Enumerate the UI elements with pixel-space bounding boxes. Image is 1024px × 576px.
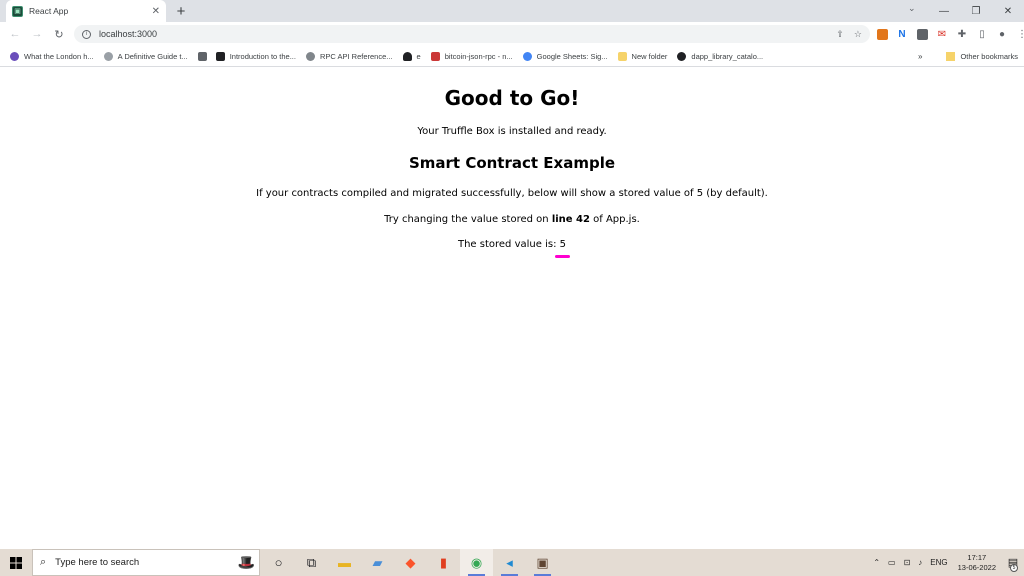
system-tray: ⌃ ▭ ⊡ ♪ ENG 17:17 13-06-2022 ▤ 5 [869,549,1024,576]
truffle-app-icon[interactable]: ▣ [526,549,559,576]
restore-icon[interactable]: ❐ [960,0,992,22]
window-controls: — ❐ ✕ [928,0,1024,22]
forward-arrow-icon[interactable]: → [26,23,48,45]
bookmark-item[interactable]: RPC API Reference... [305,51,393,61]
clock-time: 17:17 [967,552,987,562]
react-app-favicon-icon: ▣ [12,5,23,17]
highlight-mark [554,255,570,258]
bookmark-item[interactable]: dapp_library_catalo... [677,51,763,61]
chrome-taskbar-icon[interactable]: ◉ [460,549,493,576]
github-icon [677,51,687,61]
windows-taskbar: ⌕ Type here to search 🎩 ○ ⧉ ▬ ▰ ◆ ▮ ◉ ◂ … [0,549,1024,576]
cortana-icon[interactable]: ○ [262,549,295,576]
bookmark-favicon-icon [305,51,315,61]
search-highlight-icon: 🎩 [237,554,255,570]
taskbar-search-box[interactable]: ⌕ Type here to search 🎩 [32,549,260,576]
volume-icon[interactable]: ♪ [918,558,922,567]
bookmark-item[interactable] [197,51,212,61]
bookmarks-bar: What the London h... A Definitive Guide … [0,46,1024,67]
bookmark-item[interactable]: A Definitive Guide t... [103,51,188,61]
file-explorer-icon[interactable]: ▬ [328,549,361,576]
page-title: Good to Go! [444,86,580,110]
bookmark-favicon-icon [402,51,412,61]
instruction-text: Try changing the value stored on line 42… [384,214,640,225]
show-hidden-icons-chevron-icon[interactable]: ⌃ [873,558,880,567]
extensions-area: N ✉ ✚ ▯ ● ⋮ [872,25,1024,43]
stored-value-line: The stored value is: 5 [0,239,1024,258]
close-tab-icon[interactable]: ✕ [152,6,160,17]
language-indicator[interactable]: ENG [930,558,947,567]
page-content: Good to Go! Your Truffle Box is installe… [0,68,1024,549]
task-view-icon[interactable]: ⧉ [295,549,328,576]
intro-text: Your Truffle Box is installed and ready. [417,126,607,137]
browser-toolbar: ← → ↻ i localhost:3000 ⇪ ☆ N ✉ ✚ ▯ ● ⋮ [0,22,1024,46]
bookmark-item[interactable]: What the London h... [10,51,94,61]
bookmark-favicon-icon [430,51,440,61]
battery-icon[interactable]: ▭ [888,558,896,567]
folder-icon [946,51,956,61]
office-icon[interactable]: ▮ [427,549,460,576]
bookmark-folder[interactable]: New folder [617,51,667,61]
side-panel-icon[interactable]: ▯ [973,25,991,43]
search-placeholder: Type here to search [55,557,140,568]
close-window-icon[interactable]: ✕ [992,0,1024,22]
bookmark-item[interactable]: Google Sheets: Sig... [522,51,608,61]
n-extension-icon[interactable]: N [893,25,911,43]
clock-date: 13-06-2022 [957,562,996,572]
new-tab-button[interactable]: + [172,2,190,20]
storage-app-icon[interactable]: ▰ [361,549,394,576]
bookmark-favicon-icon [197,51,207,61]
line-reference: line 42 [551,214,590,225]
url-text[interactable]: localhost:3000 [99,29,826,39]
bookmark-item[interactable]: e [402,51,421,61]
search-icon: ⌕ [40,556,47,568]
stored-value: 5 [554,239,570,258]
bookmark-star-icon[interactable]: ☆ [854,29,862,40]
brave-browser-icon[interactable]: ◆ [394,549,427,576]
bookmark-item[interactable]: Introduction to the... [215,51,296,61]
share-icon[interactable]: ⇪ [836,29,844,40]
metamask-extension-icon[interactable] [873,25,891,43]
back-arrow-icon[interactable]: ← [4,23,26,45]
bookmark-favicon-icon [103,51,113,61]
tab-strip: ▣ React App ✕ + ⌄ — ❐ ✕ [0,0,1024,22]
bookmark-favicon-icon [10,51,19,61]
chrome-menu-icon[interactable]: ⋮ [1013,25,1024,43]
section-title: Smart Contract Example [408,154,616,172]
site-info-icon[interactable]: i [82,29,91,39]
bookmark-favicon-icon [215,51,225,61]
tab-search-chevron-icon[interactable]: ⌄ [908,3,916,14]
windows-start-icon[interactable] [0,549,32,576]
other-bookmarks[interactable]: Other bookmarks [946,51,1018,61]
clock[interactable]: 17:17 13-06-2022 [958,553,996,573]
browser-tab[interactable]: ▣ React App ✕ [6,0,166,22]
bookmark-item[interactable]: bitcoin-json-rpc - n... [430,51,513,61]
address-bar[interactable]: i localhost:3000 ⇪ ☆ [74,25,870,43]
profile-avatar-icon[interactable]: ● [993,25,1011,43]
notification-badge: 5 [1010,564,1018,572]
description-text: If your contracts compiled and migrated … [256,188,768,199]
stored-value-label: The stored value is: [457,239,560,250]
network-icon[interactable]: ⊡ [904,558,911,567]
gmail-extension-icon[interactable]: ✉ [933,25,951,43]
folder-icon [617,51,627,61]
bookmark-favicon-icon [522,51,532,61]
screenshot-extension-icon[interactable] [913,25,931,43]
minimize-icon[interactable]: — [928,0,960,22]
notification-center-icon[interactable]: ▤ 5 [1002,549,1024,576]
reload-icon[interactable]: ↻ [48,23,70,45]
vscode-icon[interactable]: ◂ [493,549,526,576]
more-bookmarks-chevron-icon[interactable]: » [918,52,922,61]
tab-title: React App [29,6,69,16]
extensions-puzzle-icon[interactable]: ✚ [953,25,971,43]
